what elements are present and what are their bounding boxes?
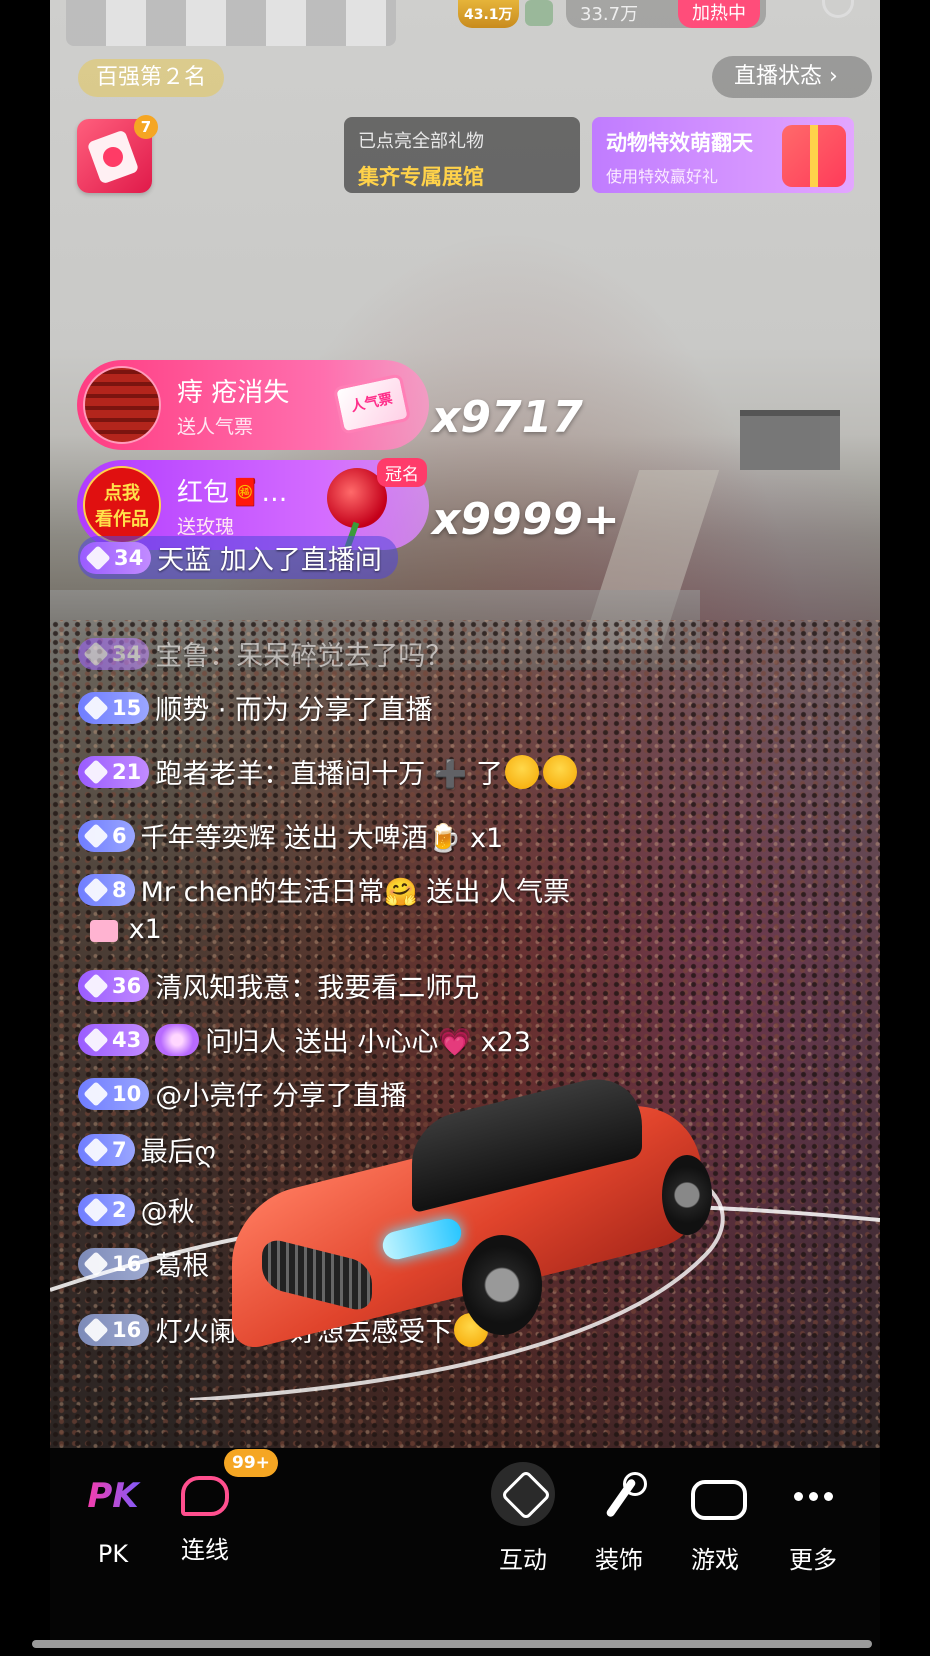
chat-message[interactable]: 34 宝鲁：呆呆碎觉去了吗？ (78, 634, 452, 673)
chat-text: 跑者老羊：直播间十万 ➕ 了 (155, 759, 504, 790)
chat-text: Mr chen的生活日常🤗 送出 人气票 (140, 877, 571, 908)
chat-message-continued: x1 (88, 914, 162, 945)
chat-message[interactable]: 43 问归人 送出 小心心💗 x23 (78, 1020, 531, 1059)
red-envelope-icon (86, 129, 140, 185)
laughing-emoji-icon (505, 754, 540, 789)
chat-text: 葛根 (155, 1251, 210, 1282)
chat-text: 天蓝 加入了直播间 (157, 545, 382, 576)
fan-club-badge-icon (155, 1023, 200, 1056)
viewer-avatar[interactable] (525, 0, 553, 26)
chat-text: 千年等奕辉 送出 大啤酒🍺 x1 (140, 823, 504, 854)
chat-text: 顺势 · 而为 分享了直播 (155, 695, 433, 726)
home-indicator[interactable] (32, 1640, 872, 1648)
level-badge: 16 (78, 1313, 150, 1346)
gift-description: 送人气票 (177, 416, 254, 438)
chat-message[interactable]: 21 跑者老羊：直播间十万 ➕ 了 (78, 752, 579, 791)
popularity-ticket-icon: 人气票 (332, 373, 412, 435)
gift-gallery-line1: 已点亮全部礼物 (358, 131, 484, 152)
link-mic-label: 连线 (181, 1536, 229, 1564)
chat-message[interactable]: 2 @秋 (78, 1190, 195, 1229)
level-badge: 34 (78, 637, 150, 670)
link-mic-badge: 99+ (224, 1449, 278, 1477)
car-wheel (462, 1235, 542, 1335)
chat-message[interactable]: 6 千年等奕辉 送出 大啤酒🍺 x1 (78, 816, 503, 855)
chat-message[interactable]: 8 Mr chen的生活日常🤗 送出 人气票 (78, 870, 570, 909)
host-info-blurred[interactable] (66, 0, 396, 46)
level-badge: 34 (80, 541, 152, 574)
chat-text: @秋 (140, 1197, 195, 1228)
chat-text: x1 (128, 914, 162, 945)
interact-button[interactable]: 互动 (478, 1448, 568, 1575)
gift-gallery-line2: 集齐专属展馆 (358, 165, 484, 189)
gift-combo-count: x9717 (432, 392, 583, 443)
gamepad-icon (685, 1466, 747, 1526)
gift-gallery-card[interactable]: 已点亮全部礼物 集齐专属展馆 (344, 117, 580, 193)
car-wheel (662, 1155, 712, 1235)
rank-badge[interactable]: 百强第２名 (78, 59, 225, 97)
viewer-avatar-stat[interactable]: 43.1万 (458, 0, 519, 28)
avatar-text-2: 看作品 (95, 509, 149, 530)
level-badge: 10 (78, 1077, 150, 1110)
chat-message[interactable]: 16 葛根 (78, 1244, 209, 1283)
chat-text: 清风知我意：我要看二师兄 (155, 973, 480, 1004)
decorate-button[interactable]: 装饰 (574, 1448, 664, 1575)
audience-count: 33.7万 (580, 4, 639, 25)
level-badge: 2 (78, 1193, 135, 1226)
live-stream-screen: 43.1万 33.7万 加热中 百强第２名 直播状态 › 7 已点亮全部礼物 集… (0, 0, 930, 1656)
level-badge: 7 (78, 1133, 135, 1166)
red-envelope-count: 7 (134, 115, 158, 139)
game-label: 游戏 (691, 1546, 739, 1574)
link-mic-icon (181, 1476, 229, 1516)
more-label: 更多 (789, 1546, 837, 1574)
level-badge: 16 (78, 1247, 150, 1280)
chat-message[interactable]: 15 顺势 · 而为 分享了直播 (78, 688, 433, 727)
gift-banner[interactable]: 痔 疮消失 送人气票 人气票 (77, 360, 429, 450)
level-badge: 21 (78, 755, 150, 788)
pk-button[interactable]: PK PK (68, 1448, 158, 1568)
more-button[interactable]: 更多 (768, 1448, 858, 1575)
chat-message[interactable]: 36 清风知我意：我要看二师兄 (78, 966, 479, 1005)
ticket-label: 人气票 (349, 390, 394, 416)
pk-icon: PK (83, 1466, 143, 1526)
level-badge: 15 (78, 691, 150, 724)
avatar-text-1: 点我 (104, 483, 140, 504)
sponsor-badge: 冠名 (377, 458, 427, 487)
gift-box-icon (782, 125, 846, 187)
audience-count-pill[interactable]: 33.7万 加热中 (566, 0, 766, 28)
level-badge: 8 (78, 873, 135, 906)
decorate-label: 装饰 (595, 1546, 643, 1574)
pk-label: PK (97, 1540, 129, 1568)
chat-message[interactable]: 7 最后ღ (78, 1130, 216, 1169)
level-badge: 6 (78, 819, 135, 852)
level-badge: 43 (78, 1023, 150, 1056)
sender-avatar[interactable]: 点我 看作品 (83, 466, 161, 544)
sender-avatar[interactable] (83, 366, 161, 444)
magic-wand-icon (589, 1466, 649, 1526)
gift-combo-count: x9999+ (432, 494, 620, 545)
more-dots-icon (783, 1466, 843, 1526)
video-building (740, 410, 840, 470)
live-status-button[interactable]: 直播状态 › (712, 56, 872, 98)
chat-message[interactable]: 34 天蓝 加入了直播间 (78, 536, 398, 579)
chat-text: 宝鲁：呆呆碎觉去了吗？ (155, 641, 453, 672)
sender-name: 红包🧧… (177, 478, 288, 508)
chat-text: 问归人 送出 小心心💗 x23 (205, 1027, 531, 1058)
sender-name: 痔 疮消失 (177, 378, 290, 408)
red-envelope-button[interactable]: 7 (77, 115, 158, 193)
chat-text: 最后ღ (140, 1137, 216, 1168)
animal-effect-card[interactable]: 动物特效萌翻天 使用特效赢好礼 (592, 117, 854, 193)
heat-button[interactable]: 加热中 (678, 0, 760, 28)
level-badge: 36 (78, 969, 150, 1002)
interact-label: 互动 (499, 1546, 547, 1574)
sports-car-gift-animation (232, 1066, 732, 1354)
ticket-icon (90, 919, 118, 942)
interact-icon (491, 1462, 555, 1526)
laughing-emoji-icon (543, 754, 578, 789)
gift-description: 送玫瑰 (177, 516, 235, 538)
game-button[interactable]: 游戏 (670, 1448, 760, 1575)
